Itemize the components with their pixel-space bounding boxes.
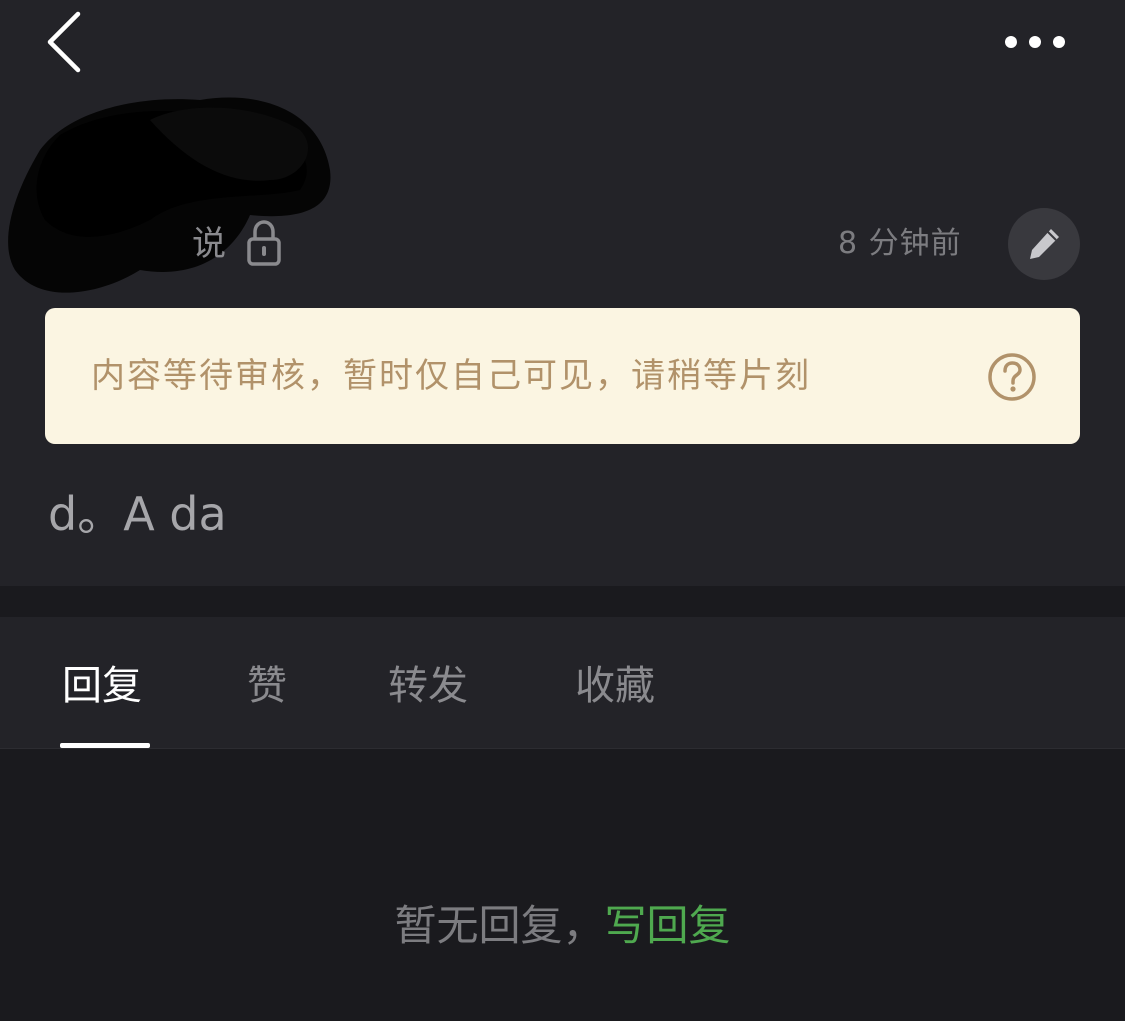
empty-replies-message: 暂无回复， [394, 901, 605, 950]
post-header-panel: 说 8 分钟前 内容等待审核，暂时仅自己可见，请稍等片刻 d。A da [0, 0, 1125, 586]
review-notice-banner: 内容等待审核，暂时仅自己可见，请稍等片刻 [45, 308, 1080, 444]
tab-likes[interactable]: 赞 [247, 661, 287, 711]
more-horizontal-icon [1005, 36, 1065, 48]
pencil-icon [1030, 229, 1059, 259]
edit-button[interactable] [1008, 208, 1080, 280]
tab-reposts[interactable]: 转发 [388, 661, 468, 711]
chevron-left-icon [47, 11, 81, 73]
more-button[interactable] [995, 20, 1075, 64]
empty-replies-state: 暂无回复，写回复 [0, 898, 1125, 954]
post-detail-screen: 说 8 分钟前 内容等待审核，暂时仅自己可见，请稍等片刻 d。A da 回复 赞 [0, 0, 1125, 1021]
question-circle-icon[interactable] [987, 352, 1037, 402]
tab-replies[interactable]: 回复 [62, 661, 142, 711]
lock-icon [247, 220, 281, 266]
review-notice-text: 内容等待审核，暂时仅自己可见，请稍等片刻 [91, 356, 811, 396]
tab-bar: 回复 赞 转发 收藏 [0, 617, 1125, 749]
tab-favorites[interactable]: 收藏 [575, 661, 655, 711]
post-content: d。A da [48, 487, 227, 541]
back-button[interactable] [36, 8, 96, 76]
author-suffix: 说 [192, 224, 226, 264]
post-time: 8 分钟前 [838, 226, 962, 261]
active-tab-indicator [60, 743, 150, 748]
write-reply-link[interactable]: 写回复 [605, 901, 731, 950]
redacted-author-avatar [8, 97, 331, 293]
